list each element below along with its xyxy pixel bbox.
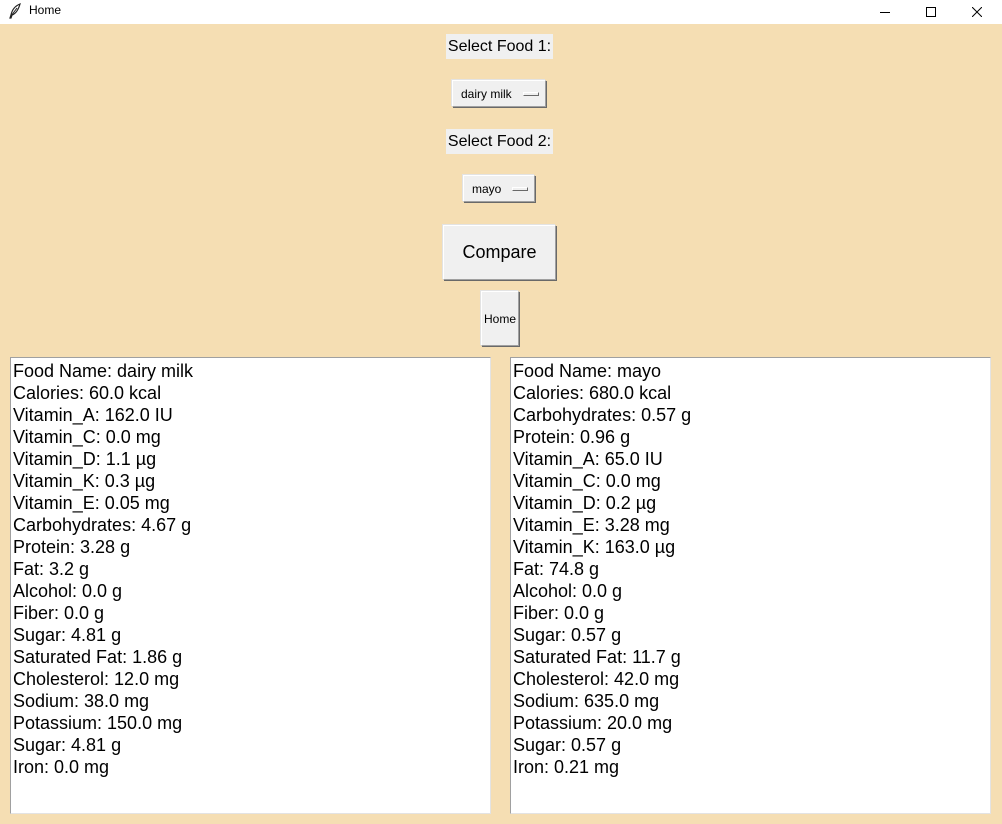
food1-selected-value: dairy milk [461,86,512,101]
nutrient-line: Fat: 3.2 g [13,559,90,579]
minimize-button[interactable] [862,0,908,24]
food1-dropdown[interactable]: dairy milk [452,80,546,107]
close-button[interactable] [954,0,1000,24]
nutrient-line: Fat: 74.8 g [513,559,600,579]
food2-label: Select Food 2: [446,129,553,154]
nutrient-line: Calories: 60.0 kcal [13,383,162,403]
nutrient-line: Sugar: 4.81 g [13,625,122,645]
nutrient-line: Vitamin_D: 0.2 µg [513,493,657,513]
home-button[interactable]: Home [481,291,519,346]
nutrient-line: Sodium: 38.0 mg [13,691,150,711]
app-window: Home Select Food 1: dairy milk Select Fo… [0,0,1002,824]
nutrient-line: Protein: 0.96 g [513,427,631,447]
nutrient-line: Vitamin_E: 0.05 mg [13,493,170,513]
food2-dropdown[interactable]: mayo [463,175,535,202]
nutrient-line: Sugar: 4.81 g [13,735,122,755]
nutrient-line: Saturated Fat: 1.86 g [13,647,183,667]
nutrient-line: Sugar: 0.57 g [513,735,622,755]
maximize-button[interactable] [908,0,954,24]
maximize-icon [926,7,936,17]
nutrient-line: Food Name: mayo [513,361,662,381]
dropdown-indicator-icon [512,186,528,191]
close-icon [972,7,982,17]
nutrient-line: Alcohol: 0.0 g [13,581,123,601]
food2-nutrition-panel[interactable]: Food Name: mayo Calories: 680.0 kcal Carbo… [510,357,991,814]
nutrient-line: Vitamin_A: 65.0 IU [513,449,663,469]
nutrient-line: Cholesterol: 42.0 mg [513,669,680,689]
nutrient-line: Alcohol: 0.0 g [513,581,623,601]
food1-label: Select Food 1: [446,34,553,59]
nutrient-line: Potassium: 20.0 mg [513,713,673,733]
nutrient-line: Vitamin_C: 0.0 mg [513,471,661,491]
nutrient-line: Vitamin_K: 0.3 µg [13,471,156,491]
compare-button[interactable]: Compare [443,225,556,280]
nutrient-line: Carbohydrates: 4.67 g [13,515,192,535]
minimize-icon [880,12,890,13]
nutrient-line: Iron: 0.21 mg [513,757,620,777]
nutrient-line: Vitamin_D: 1.1 µg [13,449,157,469]
nutrient-line: Sodium: 635.0 mg [513,691,660,711]
nutrient-line: Saturated Fat: 11.7 g [513,647,681,667]
client-area: Select Food 1: dairy milk Select Food 2:… [0,24,1002,824]
nutrient-line: Potassium: 150.0 mg [13,713,183,733]
dropdown-indicator-icon [523,91,539,96]
title-bar: Home [0,0,1002,24]
nutrient-line: Fiber: 0.0 g [513,603,605,623]
nutrient-line: Protein: 3.28 g [13,537,131,557]
nutrient-line: Vitamin_A: 162.0 IU [13,405,173,425]
nutrient-line: Sugar: 0.57 g [513,625,622,645]
nutrient-line: Cholesterol: 12.0 mg [13,669,180,689]
nutrient-line: Iron: 0.0 mg [13,757,110,777]
feather-icon [8,2,22,19]
nutrient-line: Vitamin_E: 3.28 mg [513,515,670,535]
nutrient-line: Calories: 680.0 kcal [513,383,672,403]
nutrient-line: Food Name: dairy milk [13,361,194,381]
nutrient-line: Carbohydrates: 0.57 g [513,405,692,425]
food2-selected-value: mayo [472,181,502,196]
nutrient-line: Vitamin_K: 163.0 µg [513,537,676,557]
nutrient-line: Fiber: 0.0 g [13,603,105,623]
nutrient-line: Vitamin_C: 0.0 mg [13,427,161,447]
food1-nutrition-panel[interactable]: Food Name: dairy milk Calories: 60.0 kcal… [10,357,491,814]
window-title: Home [29,3,62,17]
